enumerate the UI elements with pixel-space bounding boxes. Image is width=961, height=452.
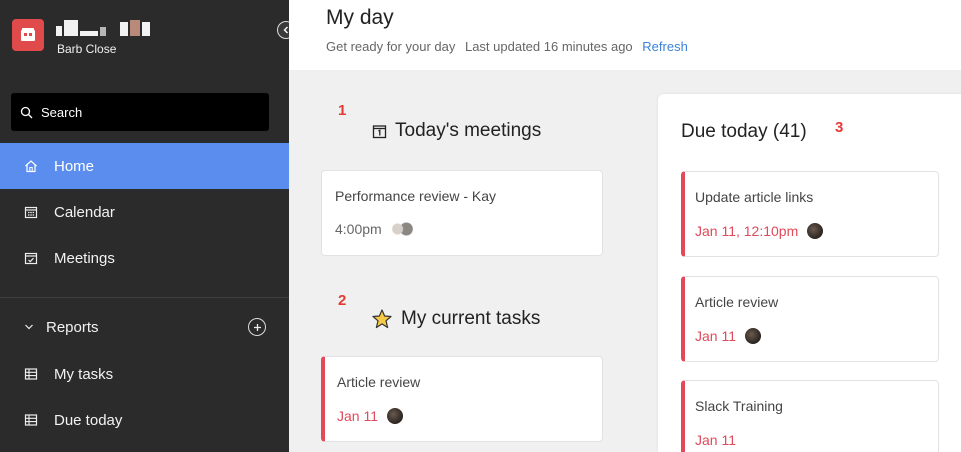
chevron-down-icon	[25, 324, 33, 330]
sidebar-item-label: My tasks	[54, 365, 114, 383]
meeting-title: Performance review - Kay	[335, 188, 497, 204]
workspace-logo	[12, 19, 44, 51]
annotation-marker-1: 1	[338, 102, 347, 119]
task-meta: Jan 11	[695, 328, 761, 344]
annotation-marker-3: 3	[835, 119, 844, 136]
sidebar-item-due-today[interactable]: Due today	[0, 397, 289, 443]
due-task-card[interactable]: Slack Training Jan 11	[681, 380, 939, 452]
last-updated-text: Last updated 16 minutes ago	[464, 39, 633, 54]
table-icon	[24, 368, 38, 380]
calendar-day-icon	[372, 124, 387, 138]
task-title: Article review	[337, 374, 421, 390]
sidebar-item-home[interactable]: Home	[0, 143, 289, 189]
calendar-icon	[24, 206, 38, 219]
sidebar-item-calendar[interactable]: Calendar	[0, 189, 289, 235]
refresh-link[interactable]: Refresh	[642, 39, 688, 54]
sidebar-item-label: Due today	[54, 411, 123, 429]
due-today-panel: Due today (41) 3 Update article links Ja…	[658, 94, 961, 452]
star-icon	[372, 309, 392, 329]
task-card[interactable]: Article review Jan 11	[321, 356, 603, 442]
section-title-text: My current tasks	[401, 308, 541, 329]
page-subtitle: Get ready for your day Last updated 16 m…	[326, 39, 688, 54]
search-input[interactable]: Search	[11, 93, 269, 131]
task-date: Jan 11	[695, 432, 736, 448]
due-today-section-title: Due today (41)	[681, 121, 807, 143]
task-title: Update article links	[695, 189, 814, 205]
meetings-icon	[24, 252, 38, 265]
task-date: Jan 11	[695, 328, 736, 344]
home-icon	[25, 160, 37, 173]
section-title-text: Due today (41)	[681, 121, 807, 142]
sidebar-item-label: Meetings	[54, 249, 115, 267]
plus-icon	[253, 323, 261, 331]
avatar	[807, 223, 824, 239]
sidebar-item-my-tasks[interactable]: My tasks	[0, 351, 289, 397]
add-report-button[interactable]	[248, 318, 266, 336]
meetings-section-title: Today's meetings	[372, 120, 541, 142]
sidebar-divider	[0, 297, 289, 298]
page-header: My day Get ready for your day Last updat…	[289, 0, 961, 70]
avatar	[745, 328, 761, 344]
page-title: My day	[326, 6, 394, 29]
sidebar-section-reports[interactable]: Reports	[0, 304, 289, 350]
sidebar-item-label: Home	[54, 157, 95, 175]
left-column: 1 Today's meetings Performance review - …	[289, 70, 634, 452]
meeting-card[interactable]: Performance review - Kay 4:00pm	[321, 170, 603, 256]
workspace-header[interactable]: Barb Close	[0, 0, 289, 75]
workspace-user-name: Barb Close	[57, 42, 117, 56]
search-label: Search	[41, 104, 83, 120]
section-title-text: Today's meetings	[395, 120, 542, 141]
avatar	[387, 408, 403, 424]
sidebar: Barb Close Search Home Calendar Meetings…	[0, 0, 295, 452]
sidebar-item-label: Calendar	[54, 203, 115, 221]
task-date: Jan 11, 12:10pm	[695, 223, 799, 239]
task-meta: Jan 11	[337, 408, 403, 424]
annotation-marker-2: 2	[338, 292, 347, 309]
search-icon	[20, 106, 33, 118]
due-task-card[interactable]: Update article links Jan 11, 12:10pm	[681, 171, 939, 257]
current-tasks-section-title: My current tasks	[371, 308, 540, 330]
task-title: Slack Training	[695, 398, 783, 414]
task-meta: Jan 11, 12:10pm	[695, 223, 824, 239]
task-title: Article review	[695, 294, 779, 310]
task-meta: Jan 11	[695, 432, 736, 448]
meeting-meta: 4:00pm	[335, 221, 413, 237]
due-task-card[interactable]: Article review Jan 11	[681, 276, 939, 362]
meeting-time: 4:00pm	[335, 221, 382, 237]
table-icon	[24, 414, 38, 426]
task-date: Jan 11	[337, 408, 378, 424]
sidebar-item-meetings[interactable]: Meetings	[0, 235, 289, 281]
workspace-name-redacted	[56, 14, 150, 36]
subtitle-text: Get ready for your day	[326, 39, 456, 54]
avatar	[390, 221, 413, 237]
sidebar-section-label: Reports	[46, 318, 99, 336]
